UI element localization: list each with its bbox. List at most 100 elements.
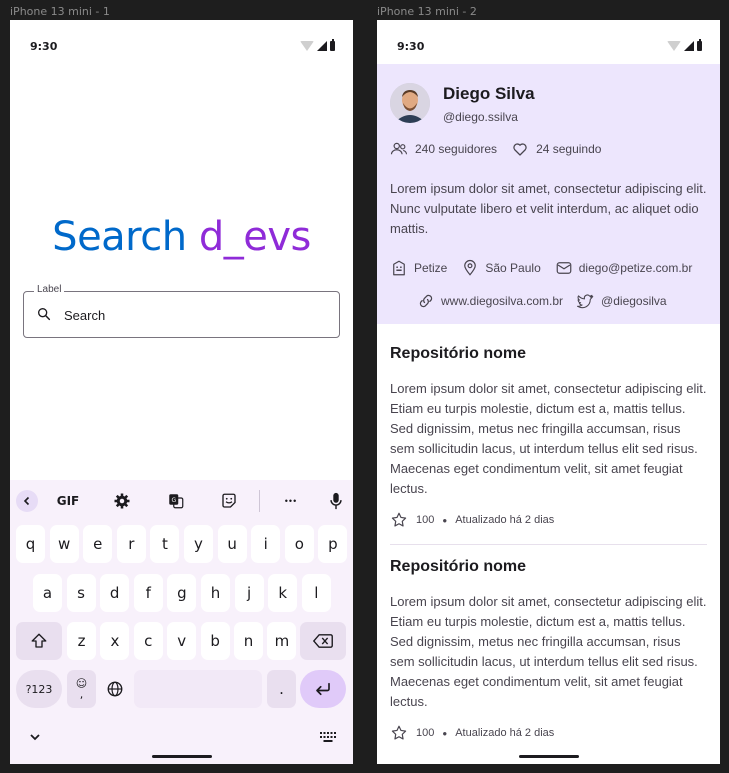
backspace-key[interactable] <box>300 622 346 660</box>
email-link[interactable]: diego@petize.com.br <box>579 261 693 275</box>
star-count: 100 <box>416 727 435 739</box>
avatar <box>390 83 430 123</box>
meta-separator-dot: ● <box>442 515 448 525</box>
repository-title[interactable]: Repositório nome <box>390 558 708 580</box>
repository-meta: 100 ● Atualizado há 2 dias <box>390 724 708 742</box>
key-l[interactable]: l <box>301 574 331 612</box>
profile-handle: @diego.ssilva <box>443 110 518 124</box>
signal-icon <box>317 41 327 51</box>
key-f[interactable]: f <box>133 574 163 612</box>
gif-button[interactable]: GIF <box>54 486 82 516</box>
toolbar-collapse-button[interactable] <box>16 490 38 512</box>
search-icon <box>38 308 51 321</box>
home-indicator[interactable] <box>152 755 212 758</box>
shift-key[interactable] <box>16 622 62 660</box>
key-row-3: zxcvbnm <box>10 622 353 660</box>
frame-label-2: iPhone 13 mini - 2 <box>377 5 477 18</box>
key-row-1: qwertyuiop <box>10 525 353 563</box>
twitter-handle[interactable]: @diegosilva <box>601 294 667 308</box>
key-y[interactable]: y <box>184 525 213 563</box>
key-o[interactable]: o <box>284 525 314 563</box>
comma-label: , <box>79 688 84 701</box>
key-s[interactable]: s <box>66 574 96 612</box>
emoji-comma-key[interactable]: ☺ , <box>67 670 96 708</box>
keyboard-switch-button[interactable] <box>318 728 338 746</box>
home-indicator[interactable] <box>519 755 579 758</box>
period-key[interactable]: . <box>267 670 296 708</box>
key-h[interactable]: h <box>201 574 230 612</box>
key-a[interactable]: a <box>33 574 62 612</box>
repository-description: Lorem ipsum dolor sit amet, consectetur … <box>390 381 707 496</box>
mail-icon <box>556 262 572 274</box>
key-q[interactable]: q <box>16 525 45 563</box>
key-r[interactable]: r <box>116 525 146 563</box>
key-t[interactable]: t <box>150 525 180 563</box>
key-n[interactable]: n <box>234 622 263 660</box>
follow-stats: 240 seguidores 24 seguindo <box>390 140 615 158</box>
link-icon <box>419 294 433 308</box>
key-d[interactable]: d <box>100 574 130 612</box>
status-bar: 9:30 <box>377 20 720 64</box>
key-u[interactable]: u <box>217 525 247 563</box>
followers-count: 240 seguidores <box>415 142 498 156</box>
microphone-icon <box>330 492 342 510</box>
enter-key[interactable] <box>300 670 346 708</box>
repository-divider <box>390 544 707 545</box>
twitter-info[interactable]: @diegosilva <box>577 292 667 310</box>
key-w[interactable]: w <box>49 525 79 563</box>
globe-icon <box>107 681 122 697</box>
people-icon <box>390 142 408 155</box>
key-b[interactable]: b <box>200 622 230 660</box>
following-stat[interactable]: 24 seguindo <box>511 140 601 158</box>
toolbar-divider <box>259 490 260 512</box>
voice-input-button[interactable] <box>324 486 348 516</box>
email-info[interactable]: diego@petize.com.br <box>555 259 693 277</box>
repository-card[interactable]: Repositório nome Lorem ipsum dolor sit a… <box>390 558 708 742</box>
key-e[interactable]: e <box>83 525 113 563</box>
translate-icon: G <box>169 494 184 509</box>
star-count: 100 <box>416 514 435 526</box>
sticker-button[interactable] <box>217 486 241 516</box>
location-pin-icon <box>464 259 477 276</box>
virtual-keyboard: GIF G ••• q w e r t y u i o p a s d f g … <box>10 480 353 764</box>
more-options-button[interactable]: ••• <box>278 486 304 516</box>
key-x[interactable]: x <box>100 622 130 660</box>
followers-stat[interactable]: 240 seguidores <box>390 140 497 158</box>
key-k[interactable]: k <box>268 574 298 612</box>
key-g[interactable]: g <box>167 574 197 612</box>
search-input[interactable] <box>62 304 326 326</box>
star-icon <box>391 512 407 527</box>
status-time: 9:30 <box>397 40 425 53</box>
key-c[interactable]: c <box>133 622 163 660</box>
repository-title[interactable]: Repositório nome <box>390 345 708 367</box>
key-row-2: asdfghjkl <box>10 574 353 612</box>
repository-card[interactable]: Repositório nome Lorem ipsum dolor sit a… <box>390 345 708 529</box>
numbers-key[interactable]: ?123 <box>16 670 62 708</box>
sticker-icon <box>222 493 236 508</box>
key-j[interactable]: j <box>234 574 264 612</box>
website-link[interactable]: www.diegosilva.com.br <box>441 294 563 308</box>
space-key[interactable] <box>134 670 262 708</box>
gear-icon <box>114 493 130 509</box>
key-z[interactable]: z <box>67 622 96 660</box>
search-field-label: Label <box>34 284 65 295</box>
chevron-down-icon <box>30 734 40 741</box>
signal-icon <box>684 41 694 51</box>
key-v[interactable]: v <box>167 622 197 660</box>
language-key[interactable] <box>100 670 129 708</box>
key-i[interactable]: i <box>251 525 281 563</box>
key-p[interactable]: p <box>318 525 348 563</box>
website-info[interactable]: www.diegosilva.com.br <box>417 292 563 310</box>
profile-header: Diego Silva @diego.ssilva 240 seguidores… <box>377 64 720 324</box>
translate-button[interactable]: G <box>164 486 188 516</box>
company-name: Petize <box>414 261 448 275</box>
battery-icon <box>697 39 702 51</box>
key-m[interactable]: m <box>267 622 297 660</box>
enter-icon <box>316 682 330 696</box>
search-field[interactable]: Label <box>23 284 340 338</box>
phone-profile-screen: 9:30 Diego Silva @diego.ssilva 240 segui… <box>377 20 720 764</box>
building-icon <box>393 260 405 276</box>
hide-keyboard-button[interactable] <box>26 728 44 746</box>
backspace-icon <box>313 634 333 648</box>
settings-button[interactable] <box>110 486 134 516</box>
